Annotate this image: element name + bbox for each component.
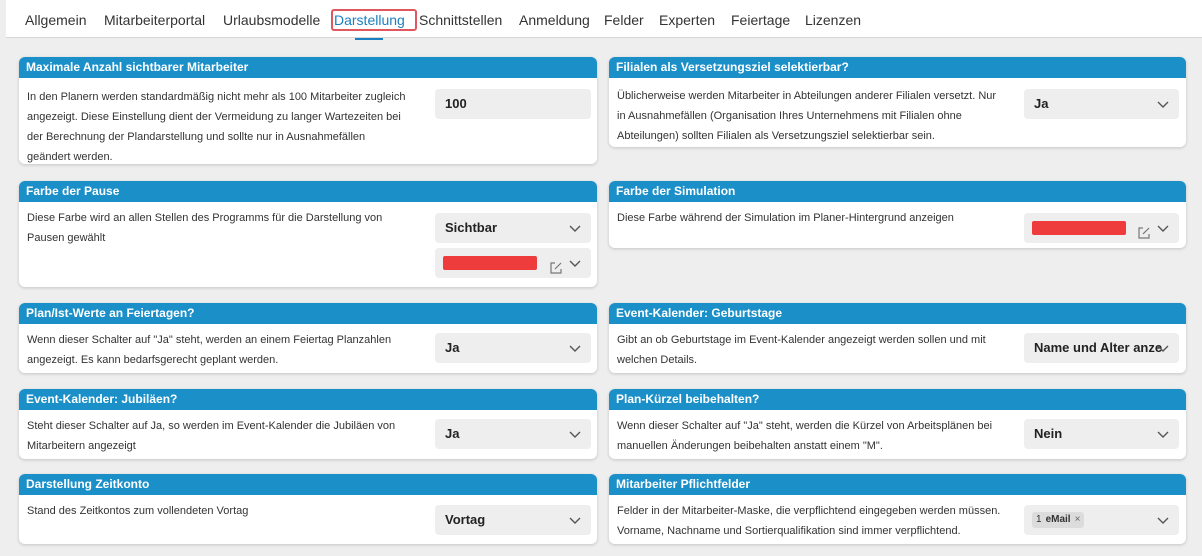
tab-allgemein[interactable]: Allgemein: [25, 12, 86, 28]
required-fields-multiselect[interactable]: 1 eMail ×: [1024, 505, 1179, 535]
card-time-account: Darstellung Zeitkonto Stand des Zeitkont…: [19, 474, 597, 544]
chevron-down-icon: [569, 333, 581, 363]
tab-experten[interactable]: Experten: [659, 12, 715, 28]
card-title: Farbe der Simulation: [609, 181, 1186, 202]
birthdays-select[interactable]: Name und Alter anze: [1024, 333, 1179, 363]
card-title: Plan/Ist-Werte an Feiertagen?: [19, 303, 597, 324]
tab-darstellung[interactable]: Darstellung: [334, 12, 405, 40]
tab-mitarbeiterportal[interactable]: Mitarbeiterportal: [104, 12, 205, 28]
card-title: Event-Kalender: Jubiläen?: [19, 389, 597, 410]
remove-chip-icon[interactable]: ×: [1075, 512, 1081, 528]
chevron-down-icon: [1157, 89, 1169, 119]
card-description: In den Planern werden standardmäßig nich…: [27, 91, 406, 163]
pause-color-picker[interactable]: [435, 248, 591, 278]
plan-abbreviation-select[interactable]: Nein: [1024, 419, 1179, 449]
chevron-down-icon: [569, 248, 581, 278]
card-description: Diese Farbe während der Simulation im Pl…: [617, 212, 954, 224]
card-title: Farbe der Pause: [19, 181, 597, 202]
card-description: Felder in der Mitarbeiter-Maske, die ver…: [617, 505, 1001, 537]
card-jubilees: Event-Kalender: Jubiläen? Steht dieser S…: [19, 389, 597, 459]
card-description: Wenn dieser Schalter auf "Ja" steht, wer…: [617, 420, 993, 452]
max-employees-input[interactable]: 100: [435, 89, 591, 119]
jubilees-select[interactable]: Ja: [435, 419, 591, 449]
tab-felder[interactable]: Felder: [604, 12, 644, 28]
card-title: Event-Kalender: Geburtstage: [609, 303, 1186, 324]
card-title: Filialen als Versetzungsziel selektierba…: [609, 57, 1186, 78]
pause-visibility-select[interactable]: Sichtbar: [435, 213, 591, 243]
settings-tab-bar: Allgemein Mitarbeiterportal Urlaubsmodel…: [6, 0, 1202, 40]
card-description: Steht dieser Schalter auf Ja, so werden …: [27, 420, 396, 452]
card-pause-color: Farbe der Pause Diese Farbe wird an alle…: [19, 181, 597, 287]
card-description: Wenn dieser Schalter auf "Ja" steht, wer…: [27, 334, 392, 366]
card-required-fields: Mitarbeiter Pflichtfelder Felder in der …: [609, 474, 1186, 544]
card-branches-target: Filialen als Versetzungsziel selektierba…: [609, 57, 1186, 147]
branches-target-select[interactable]: Ja: [1024, 89, 1179, 119]
color-swatch: [443, 256, 537, 270]
card-max-employees: Maximale Anzahl sichtbarer Mitarbeiter I…: [19, 57, 597, 164]
time-account-select[interactable]: Vortag: [435, 505, 591, 535]
card-description: Üblicherweise werden Mitarbeiter in Abte…: [617, 90, 997, 142]
card-plan-abbreviation: Plan-Kürzel beibehalten? Wenn dieser Sch…: [609, 389, 1186, 459]
card-description: Stand des Zeitkontos zum vollendeten Vor…: [27, 505, 249, 517]
tab-urlaubsmodelle[interactable]: Urlaubsmodelle: [223, 12, 320, 28]
card-holiday-values: Plan/Ist-Werte an Feiertagen? Wenn diese…: [19, 303, 597, 373]
card-description: Gibt an ob Geburtstage im Event-Kalender…: [617, 334, 986, 366]
selected-field-chip: 1 eMail ×: [1032, 512, 1085, 528]
chevron-down-icon: [569, 419, 581, 449]
tab-anmeldung[interactable]: Anmeldung: [519, 12, 590, 28]
card-title: Maximale Anzahl sichtbarer Mitarbeiter: [19, 57, 597, 78]
chevron-down-icon: [1157, 333, 1169, 363]
card-simulation-color: Farbe der Simulation Diese Farbe während…: [609, 181, 1186, 248]
tab-lizenzen[interactable]: Lizenzen: [805, 12, 861, 28]
card-description: Diese Farbe wird an allen Stellen des Pr…: [27, 212, 383, 244]
card-title: Darstellung Zeitkonto: [19, 474, 597, 495]
chevron-down-icon: [569, 213, 581, 243]
simulation-color-picker[interactable]: [1024, 213, 1179, 243]
card-birthdays: Event-Kalender: Geburtstage Gibt an ob G…: [609, 303, 1186, 373]
holiday-values-select[interactable]: Ja: [435, 333, 591, 363]
chevron-down-icon: [1157, 505, 1169, 535]
card-title: Mitarbeiter Pflichtfelder: [609, 474, 1186, 495]
chevron-down-icon: [1157, 213, 1169, 243]
chevron-down-icon: [569, 505, 581, 535]
edit-icon[interactable]: [549, 256, 563, 274]
card-title: Plan-Kürzel beibehalten?: [609, 389, 1186, 410]
tab-feiertage[interactable]: Feiertage: [731, 12, 790, 28]
edit-icon[interactable]: [1137, 221, 1151, 239]
tab-schnittstellen[interactable]: Schnittstellen: [419, 12, 502, 28]
chevron-down-icon: [1157, 419, 1169, 449]
color-swatch: [1032, 221, 1126, 235]
